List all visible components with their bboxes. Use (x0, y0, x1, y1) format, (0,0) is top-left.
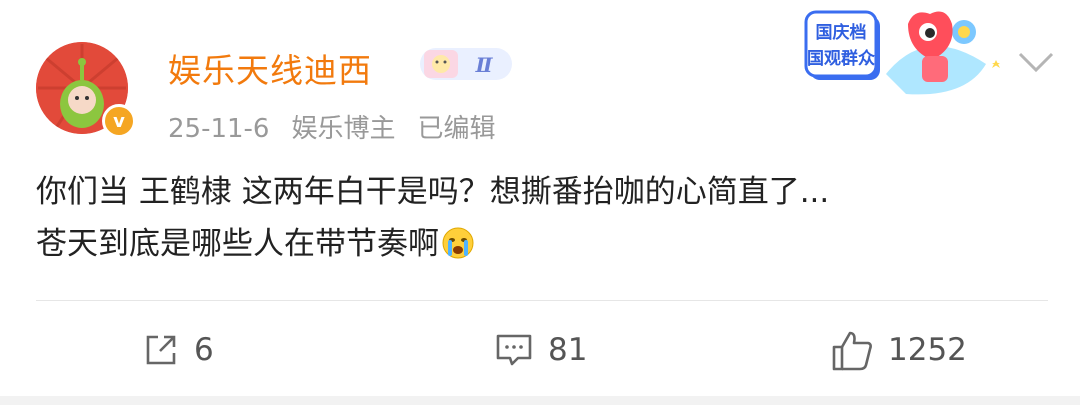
post-text-line2: 苍天到底是哪些人在带节奏啊 (36, 226, 439, 262)
avatar[interactable]: v (36, 42, 136, 142)
promo-line2: 国观群众 (807, 48, 876, 69)
post-category: 娱乐博主 (291, 114, 396, 144)
share-count: 6 (194, 332, 214, 368)
share-button[interactable]: 6 (142, 328, 214, 372)
like-button[interactable]: 1252 (830, 328, 967, 372)
post-text-line1: 你们当 王鹤棣 这两年白干是吗？想撕番抬咖的心简直了... (36, 174, 830, 210)
divider (36, 300, 1048, 301)
comment-icon (496, 334, 532, 366)
verified-badge-icon: v (102, 104, 136, 138)
fan-level-badge-icon: Ⅱ (416, 44, 516, 84)
edited-label[interactable]: 已编辑 (418, 114, 496, 144)
post-meta: 25-11-6 娱乐博主 已编辑 (168, 108, 518, 145)
author-name[interactable]: 娱乐天线迪西 (168, 44, 372, 92)
like-count: 1252 (888, 332, 967, 368)
comment-button[interactable]: 81 (494, 328, 587, 372)
share-icon (146, 335, 176, 365)
thumbs-up-icon (832, 331, 872, 371)
bottom-separator (0, 396, 1080, 405)
svg-text:Ⅱ: Ⅱ (475, 53, 494, 77)
comment-count: 81 (548, 332, 588, 368)
post-date: 25-11-6 (168, 114, 270, 144)
post-body: 你们当 王鹤棣 这两年白干是吗？想撕番抬咖的心简直了... 苍天到底是哪些人在带… (36, 166, 1046, 270)
promo-line1: 国庆档 (816, 22, 867, 43)
post-text-line2-wrap: 苍天到底是哪些人在带节奏啊 (36, 218, 1046, 270)
crying-face-icon (442, 227, 474, 259)
holiday-promo-sticker[interactable]: 国庆档 国观群众 (796, 4, 1004, 100)
chevron-down-icon[interactable] (1016, 44, 1056, 78)
